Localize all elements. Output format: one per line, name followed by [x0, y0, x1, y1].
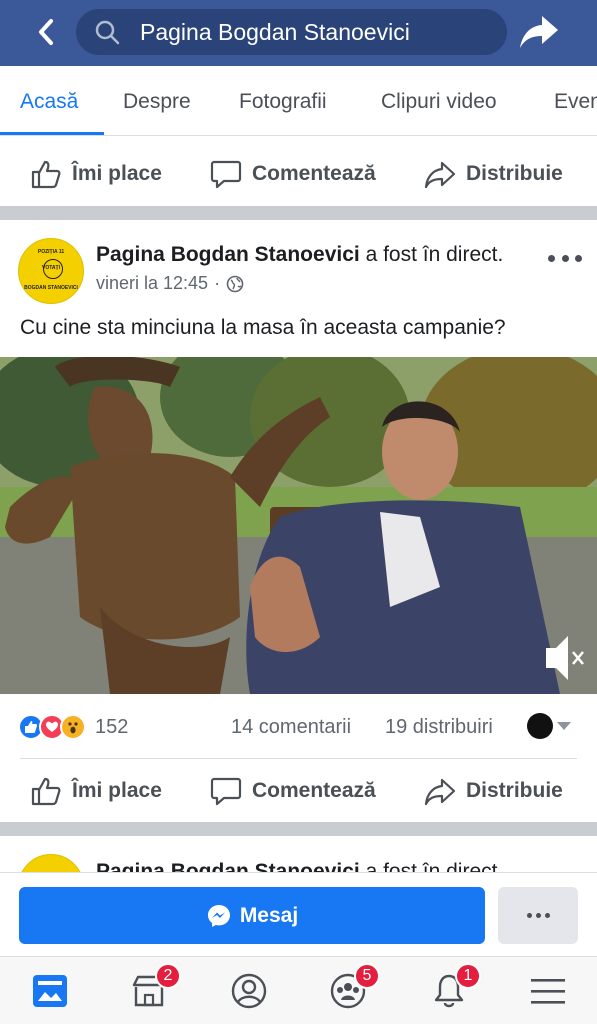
- dot: [526, 913, 532, 918]
- like-button[interactable]: Îmi place: [30, 158, 162, 190]
- tab-videos[interactable]: Clipuri video: [381, 90, 497, 114]
- share-post-button[interactable]: Distribuie: [424, 775, 563, 807]
- messenger-icon: [207, 904, 230, 927]
- post-meta: vineri la 12:45 ·: [96, 273, 244, 294]
- chevron-left-icon: [39, 19, 53, 45]
- page-avatar[interactable]: POZIȚIA 11 VOTAȚI BOGDAN STANOEVICI: [18, 238, 84, 304]
- share-icon: [424, 778, 456, 806]
- post-video[interactable]: [0, 357, 597, 694]
- comment-label: Comentează: [252, 779, 376, 802]
- comment-label: Comentează: [252, 162, 376, 185]
- post-options-button[interactable]: [548, 248, 582, 268]
- comment-button[interactable]: Comentează: [210, 775, 376, 807]
- hamburger-menu-icon: [531, 979, 565, 1004]
- share-icon: [424, 161, 456, 189]
- comment-button[interactable]: Comentează: [210, 158, 376, 190]
- dot: [544, 913, 550, 918]
- nav-marketplace[interactable]: 2: [129, 963, 181, 1011]
- comments-count[interactable]: 14 comentarii: [231, 716, 351, 739]
- bottom-nav: 2 5 1: [0, 956, 597, 1024]
- more-options-button[interactable]: [498, 887, 578, 944]
- nav-news-feed[interactable]: [30, 971, 70, 1011]
- post-text: Cu cine sta minciuna la masa în aceasta …: [20, 316, 506, 339]
- share-label: Distribuie: [466, 162, 563, 185]
- thumbs-up-icon: [31, 160, 61, 189]
- notifications-badge: 1: [455, 963, 481, 989]
- shares-count[interactable]: 19 distribuiri: [385, 716, 493, 739]
- video-frame: [0, 357, 597, 694]
- message-label: Mesaj: [239, 903, 299, 927]
- tab-photos[interactable]: Fotografii: [239, 90, 327, 114]
- post-author-suffix: a fost în direct.: [359, 243, 504, 266]
- dot: [535, 913, 541, 918]
- wow-reaction-icon: [60, 714, 86, 740]
- dot: [561, 254, 569, 262]
- viewer-avatar[interactable]: [527, 713, 553, 739]
- meta-dot: ·: [214, 273, 221, 293]
- avatar-logo-text: BOGDAN STANOEVICI: [24, 285, 78, 291]
- nav-groups[interactable]: 5: [328, 963, 380, 1011]
- search-input[interactable]: Pagina Bogdan Stanoevici: [76, 9, 507, 55]
- like-label: Îmi place: [72, 779, 162, 802]
- page-tabs: Acasă Despre Fotografii Clipuri video Ev…: [0, 66, 597, 136]
- dot: [548, 254, 555, 262]
- post-time[interactable]: vineri la 12:45: [96, 273, 208, 294]
- search-query: Pagina Bogdan Stanoevici: [140, 18, 410, 45]
- nav-profile[interactable]: [229, 971, 269, 1011]
- post-separator: [0, 206, 597, 220]
- comment-bubble-icon: [210, 160, 242, 189]
- marketplace-badge: 2: [155, 963, 181, 989]
- share-label: Distribuie: [466, 779, 563, 802]
- reactions-summary[interactable]: 152: [18, 712, 128, 742]
- share-post-button[interactable]: Distribuie: [424, 158, 563, 190]
- news-feed-icon: [33, 975, 67, 1007]
- share-button[interactable]: [518, 12, 560, 52]
- share-arrow-icon: [520, 16, 558, 48]
- post-separator: [0, 822, 597, 836]
- thumbs-up-icon: [31, 777, 61, 806]
- back-button[interactable]: [26, 12, 66, 52]
- dot: [575, 254, 582, 262]
- tab-about[interactable]: Despre: [123, 90, 191, 114]
- comment-bubble-icon: [210, 777, 242, 806]
- message-button[interactable]: Mesaj: [19, 887, 485, 944]
- avatar-logo-text: POZIȚIA 11: [37, 249, 65, 255]
- globe-icon: [226, 275, 244, 292]
- groups-badge: 5: [354, 963, 380, 989]
- action-bar: Îmi place Comentează Distribuie: [0, 142, 597, 206]
- action-bar: Îmi place Comentează Distribuie: [0, 759, 597, 823]
- profile-icon: [231, 973, 267, 1009]
- avatar-logo-text: VOTAȚI: [42, 265, 60, 271]
- top-bar: Pagina Bogdan Stanoevici: [0, 0, 597, 66]
- nav-notifications[interactable]: 1: [429, 963, 481, 1011]
- active-tab-indicator: [0, 132, 104, 135]
- search-icon: [94, 19, 120, 45]
- caret-down-icon[interactable]: [557, 722, 571, 730]
- message-bar: Mesaj: [0, 872, 597, 956]
- tab-home[interactable]: Acasă: [20, 90, 78, 114]
- like-label: Îmi place: [72, 162, 162, 185]
- like-button[interactable]: Îmi place: [30, 775, 162, 807]
- nav-menu[interactable]: [528, 971, 568, 1011]
- reaction-count: 152: [95, 715, 129, 738]
- post-author-line: Pagina Bogdan Stanoevici a fost în direc…: [96, 243, 503, 267]
- post-author-name[interactable]: Pagina Bogdan Stanoevici: [96, 243, 360, 266]
- tab-events[interactable]: Evenimente: [554, 90, 597, 114]
